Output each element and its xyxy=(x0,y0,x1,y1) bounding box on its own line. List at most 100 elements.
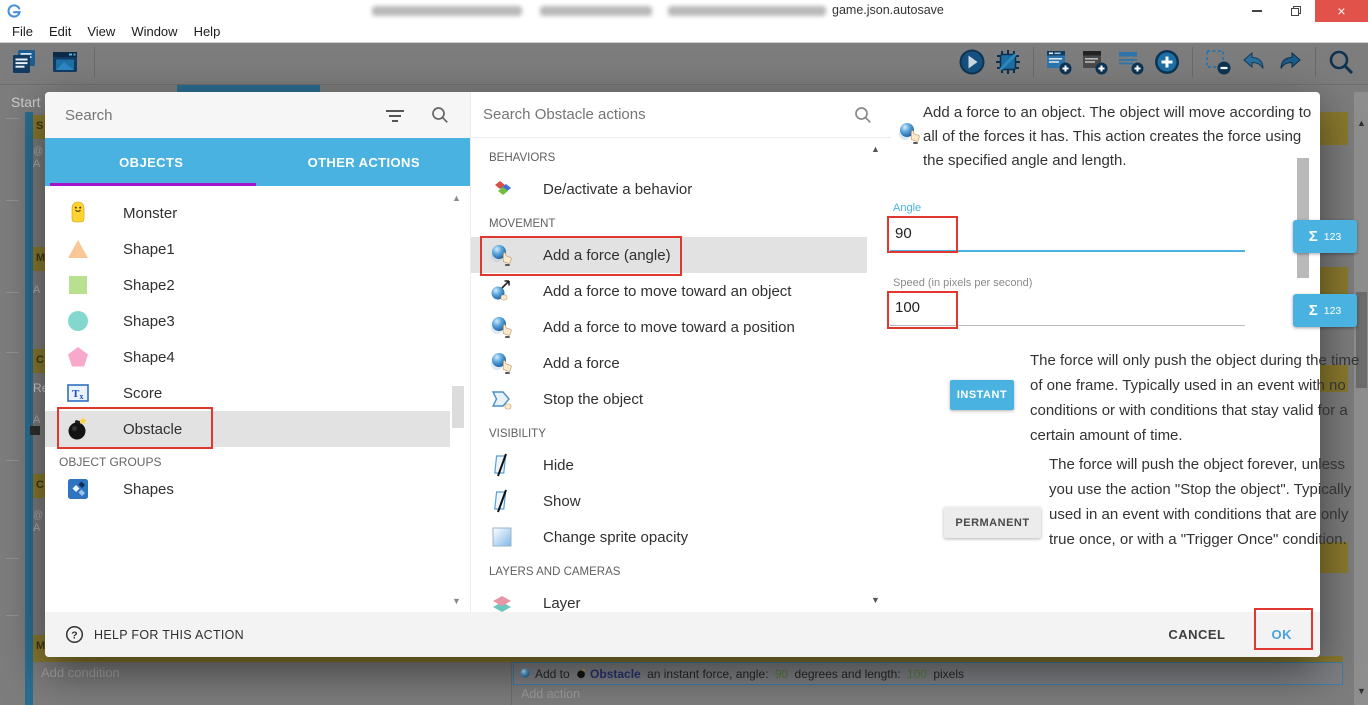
object-name: Monster xyxy=(123,205,177,222)
menu-help[interactable]: Help xyxy=(186,22,229,42)
action-object-name: Obstacle xyxy=(590,667,641,681)
toolbar-divider xyxy=(1192,47,1193,77)
action-item-force-toward-position[interactable]: Add a force to move toward a position xyxy=(471,309,867,345)
text-object-icon: Tx xyxy=(65,380,91,406)
restore-button[interactable] xyxy=(1277,0,1315,22)
action-item-deactivate-behavior[interactable]: De/activate a behavior xyxy=(471,171,867,207)
filter-icon[interactable] xyxy=(385,107,405,125)
close-button[interactable]: × xyxy=(1315,0,1368,22)
event-text-fragment: A xyxy=(33,284,40,296)
action-item-hide[interactable]: Hide xyxy=(471,447,867,483)
action-editor-dialog: OBJECTS OTHER ACTIONS Monster Shape1 Sha… xyxy=(45,92,1320,657)
event-text-fragment: @ xyxy=(33,146,43,157)
action-label: Hide xyxy=(543,457,574,474)
list-item-shapes-group[interactable]: Shapes xyxy=(45,471,450,507)
opacity-icon xyxy=(489,524,515,550)
list-item-score[interactable]: Tx Score xyxy=(45,375,450,411)
menu-window[interactable]: Window xyxy=(123,22,185,42)
annotation-box-add-force-angle xyxy=(480,236,682,276)
object-name: Shape1 xyxy=(123,241,175,258)
window-titlebar: game.json.autosave × xyxy=(0,0,1368,22)
sigma-icon: Σ xyxy=(1309,228,1318,245)
objects-search-bar xyxy=(45,92,470,138)
objects-search-input[interactable] xyxy=(65,107,365,124)
scroll-up-icon[interactable]: ▲ xyxy=(452,193,461,203)
event-text-fragment: A xyxy=(33,158,40,170)
scroll-down-icon[interactable]: ▼ xyxy=(452,596,461,606)
menu-bar: File Edit View Window Help xyxy=(0,22,1368,43)
action-item-show[interactable]: Show xyxy=(471,483,867,519)
instant-button[interactable]: INSTANT xyxy=(950,380,1014,410)
help-link[interactable]: ? HELP FOR THIS ACTION xyxy=(65,625,244,644)
speed-expression-button[interactable]: Σ 123 xyxy=(1293,294,1357,327)
objects-scrollbar-thumb[interactable] xyxy=(452,386,464,428)
force-hand-icon xyxy=(897,120,923,146)
search-icon xyxy=(853,105,873,130)
minimize-button[interactable] xyxy=(1237,0,1277,22)
action-item-add-force[interactable]: Add a force xyxy=(471,345,867,381)
action-item-force-toward-object[interactable]: Add a force to move toward an object xyxy=(471,273,867,309)
list-item-shape2[interactable]: Shape2 xyxy=(45,267,450,303)
scroll-down-icon[interactable]: ▼ xyxy=(871,595,880,605)
action-item-stop-object[interactable]: Stop the object xyxy=(471,381,867,417)
stop-object-icon xyxy=(489,386,515,412)
tab-objects[interactable]: OBJECTS xyxy=(45,138,258,186)
annotation-box-obstacle xyxy=(57,407,213,449)
action-text: an instant force, angle: xyxy=(644,667,772,681)
toolbar-divider xyxy=(1315,47,1316,77)
menu-edit[interactable]: Edit xyxy=(41,22,79,42)
speed-label: Speed (in pixels per second) xyxy=(893,277,1032,289)
menu-view[interactable]: View xyxy=(79,22,123,42)
hide-icon xyxy=(489,452,515,478)
actions-search-bar xyxy=(471,92,891,138)
monster-icon xyxy=(65,200,91,226)
add-new-icon xyxy=(1152,47,1182,77)
list-item-shape3[interactable]: Shape3 xyxy=(45,303,450,339)
add-sub-event-icon xyxy=(1080,47,1110,77)
dialog-footer: ? HELP FOR THIS ACTION CANCEL OK xyxy=(45,612,1320,657)
action-label: Add a force to move toward an object xyxy=(543,283,791,300)
object-name: Shape3 xyxy=(123,313,175,330)
scroll-up-icon[interactable]: ▲ xyxy=(871,144,880,154)
section-header-movement: MOVEMENT xyxy=(471,215,891,233)
angle-expression-button[interactable]: Σ 123 xyxy=(1293,220,1357,253)
tree-tick xyxy=(6,200,19,201)
undo-icon xyxy=(1239,47,1269,77)
action-label: Change sprite opacity xyxy=(543,529,688,546)
action-item-layer[interactable]: Layer xyxy=(471,585,867,612)
event-text-fragment: C xyxy=(36,354,44,366)
force-hand-icon xyxy=(489,350,515,376)
remove-selection-icon xyxy=(1203,47,1233,77)
list-item-shape4[interactable]: Shape4 xyxy=(45,339,450,375)
add-condition-placeholder: Add condition xyxy=(41,665,120,680)
scene-editor-icon xyxy=(50,47,80,77)
action-label: De/activate a behavior xyxy=(543,181,692,198)
section-header-visibility: VISIBILITY xyxy=(471,425,891,443)
redo-icon xyxy=(1275,47,1305,77)
tab-other-actions-label: OTHER ACTIONS xyxy=(308,155,420,170)
action-item-change-opacity[interactable]: Change sprite opacity xyxy=(471,519,867,555)
action-text: Add to xyxy=(535,667,573,681)
scroll-down-icon: ▼ xyxy=(1357,686,1366,696)
tree-tick xyxy=(6,352,19,353)
close-icon: × xyxy=(1337,3,1345,19)
list-item-shape1[interactable]: Shape1 xyxy=(45,231,450,267)
toolbar-divider xyxy=(94,47,95,77)
sigma-icon: Σ xyxy=(1309,302,1318,319)
project-manager-icon xyxy=(10,47,40,77)
object-groups-header: OBJECT GROUPS xyxy=(45,455,470,469)
list-item-monster[interactable]: Monster xyxy=(45,195,450,231)
event-text-fragment: A xyxy=(33,522,40,534)
triangle-icon xyxy=(65,236,91,262)
permanent-button[interactable]: PERMANENT xyxy=(944,507,1041,538)
behavior-icon xyxy=(489,176,515,202)
action-angle-value: 90 xyxy=(775,667,788,681)
group-icon xyxy=(65,476,91,502)
cancel-button[interactable]: CANCEL xyxy=(1168,627,1225,642)
tab-other-actions[interactable]: OTHER ACTIONS xyxy=(258,138,471,186)
actions-search-input[interactable] xyxy=(483,106,823,123)
objects-panel: OBJECTS OTHER ACTIONS Monster Shape1 Sha… xyxy=(45,92,470,612)
menu-file[interactable]: File xyxy=(4,22,41,42)
objects-list: Monster Shape1 Shape2 Shape3 Shape4 Tx S… xyxy=(45,186,470,612)
minimize-icon xyxy=(1252,10,1262,12)
